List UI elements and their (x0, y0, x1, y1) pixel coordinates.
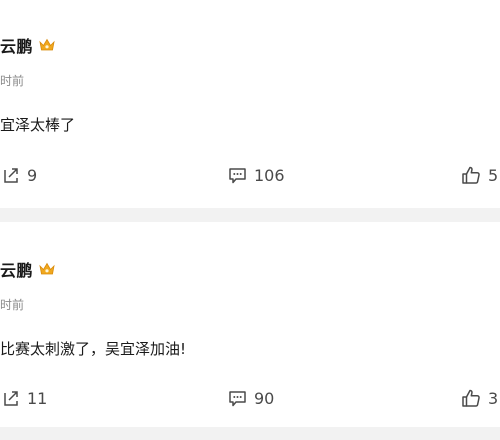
post-time: 时前 (0, 298, 25, 312)
comment-text: 宜泽太棒了 (0, 116, 76, 134)
comment-feed: 云鹏 时前 宜泽太棒了 9 106 5 云鹏 时前 比赛太刺激了，吴宜泽加油! … (0, 0, 500, 440)
comment-card: 云鹏 时前 比赛太刺激了，吴宜泽加油! 11 90 3 (0, 222, 500, 427)
share-count: 11 (27, 388, 48, 408)
comment-button[interactable]: 90 (228, 386, 274, 410)
card-separator (0, 208, 500, 222)
post-time: 时前 (0, 74, 25, 88)
card-separator (0, 427, 500, 440)
comment-text: 比赛太刺激了，吴宜泽加油! (0, 340, 187, 358)
author-row: 云鹏 (0, 258, 56, 280)
crown-badge-icon (39, 38, 55, 51)
crown-badge-icon (39, 262, 55, 275)
like-button[interactable]: 3 (461, 386, 498, 410)
action-bar: 9 106 5 (0, 163, 500, 187)
comment-card: 云鹏 时前 宜泽太棒了 9 106 5 (0, 0, 500, 208)
like-icon (462, 166, 480, 184)
like-button[interactable]: 5 (461, 163, 498, 187)
comment-icon (229, 167, 246, 183)
comment-count: 90 (254, 388, 275, 408)
share-icon (4, 168, 18, 183)
comment-button[interactable]: 106 (228, 163, 285, 187)
like-count: 3 (488, 388, 499, 408)
author-row: 云鹏 (0, 34, 56, 56)
share-button[interactable]: 9 (2, 163, 37, 187)
action-bar: 11 90 3 (0, 386, 500, 410)
share-button[interactable]: 11 (2, 386, 47, 410)
share-icon (4, 391, 18, 406)
comment-icon (229, 390, 246, 406)
author-name[interactable]: 云鹏 (0, 257, 33, 281)
comment-count: 106 (254, 165, 285, 185)
like-count: 5 (488, 165, 499, 185)
share-count: 9 (27, 165, 38, 185)
author-name[interactable]: 云鹏 (0, 33, 33, 57)
like-icon (462, 389, 480, 407)
